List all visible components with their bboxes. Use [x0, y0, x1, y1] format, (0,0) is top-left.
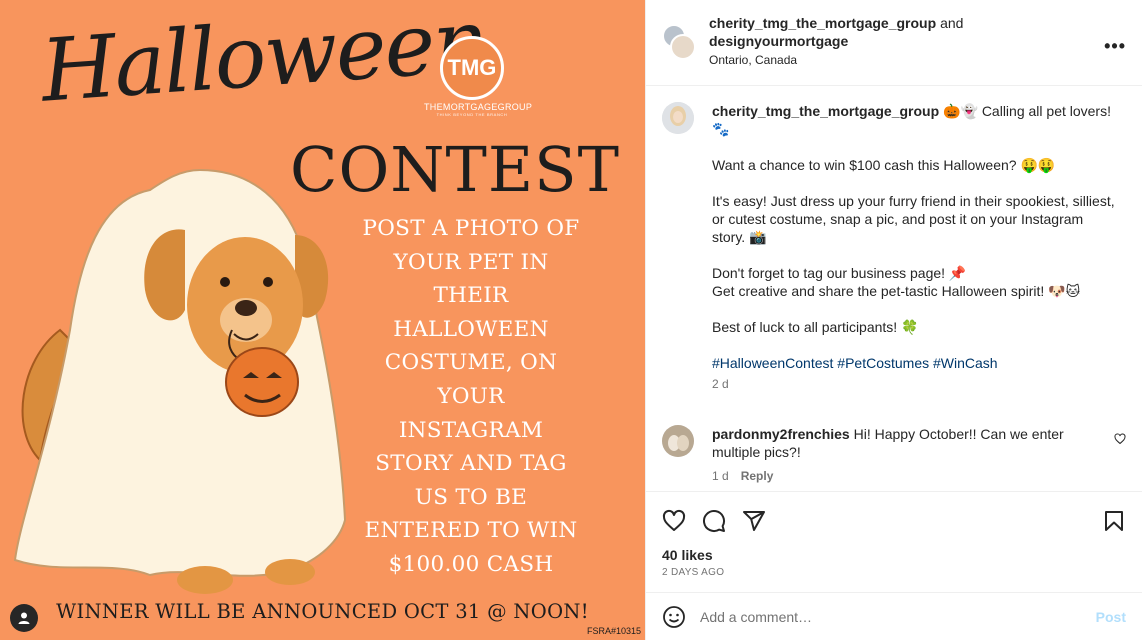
promo-line: $100.00 CASH	[388, 551, 554, 577]
logo-name: THEMORTGAGEGROUP	[424, 102, 533, 112]
fsra-number: FSRA#10315	[586, 626, 641, 636]
caption-line: Don't forget to tag our business page! 📌	[712, 265, 967, 281]
share-icon[interactable]	[742, 509, 766, 533]
avatar[interactable]	[662, 425, 694, 457]
heart-icon[interactable]	[662, 509, 686, 533]
like-comment-icon[interactable]	[1114, 433, 1126, 445]
caption-username[interactable]: cherity_tmg_the_mortgage_group	[712, 103, 939, 119]
logo-tagline: THINK BEYOND THE BRANCH	[436, 112, 508, 117]
winner-announcement: WINNER WILL BE ANNOUNCED OCT 31 @ NOON!	[56, 600, 589, 623]
bookmark-icon[interactable]	[1102, 509, 1126, 533]
promo-line: INSTAGRAM	[398, 417, 544, 443]
promo-line: COSTUME, ON	[384, 350, 558, 376]
promo-line: YOUR PET IN	[393, 249, 549, 275]
logo-initials: TMG	[440, 36, 504, 100]
user-icon	[18, 612, 30, 624]
promo-line: YOUR	[437, 383, 505, 409]
hashtags[interactable]: #HalloweenContest #PetCostumes #WinCash	[712, 354, 1116, 372]
more-options-icon[interactable]: •••	[1104, 36, 1126, 57]
avatar[interactable]	[662, 102, 694, 134]
instagram-post: Halloween CONTEST TMG THEMORTGAGEGROUP T…	[0, 0, 1142, 640]
emoji-icon[interactable]	[662, 605, 686, 629]
title-contest: CONTEST	[290, 133, 620, 206]
post-comment-button[interactable]: Post	[1096, 609, 1126, 625]
promo-line: US TO BE	[414, 484, 528, 510]
caption-line: Best of luck to all participants! 🍀	[712, 319, 919, 335]
promo-line: ENTERED TO WIN	[364, 518, 578, 544]
caption: cherity_tmg_the_mortgage_group 🎃👻 Callin…	[662, 102, 1126, 393]
author-username[interactable]: cherity_tmg_the_mortgage_group	[709, 15, 936, 31]
promo-line: POST A PHOTO OF	[362, 216, 580, 241]
collab-avatars[interactable]	[662, 24, 696, 60]
tagged-users-button[interactable]	[10, 604, 38, 632]
collaborator-username[interactable]: designyourmortgage	[709, 32, 963, 50]
reply-button[interactable]: Reply	[741, 469, 774, 483]
likes-count[interactable]: 40 likes	[662, 547, 1126, 563]
comments-section[interactable]: cherity_tmg_the_mortgage_group 🎃👻 Callin…	[646, 86, 1142, 491]
comment: pardonmy2frenchies Hi! Happy October!! C…	[662, 425, 1126, 485]
promo-line: THEIR	[433, 283, 509, 309]
post-date[interactable]: 2 DAYS AGO	[662, 567, 1126, 578]
post-actions: 40 likes 2 DAYS AGO	[646, 491, 1142, 592]
caption-line: It's easy! Just dress up your furry frie…	[712, 193, 1115, 245]
profile-photo	[662, 425, 694, 457]
and-text: and	[940, 15, 964, 31]
caption-line: Get creative and share the pet-tastic Ha…	[712, 283, 1081, 299]
post-header: cherity_tmg_the_mortgage_group and desig…	[646, 0, 1142, 86]
promo-text: POST A PHOTO OF YOUR PET IN THEIR HALLOW…	[340, 212, 602, 582]
profile-photo	[662, 102, 694, 134]
post-image[interactable]: Halloween CONTEST TMG THEMORTGAGEGROUP T…	[0, 0, 645, 640]
comment-icon[interactable]	[702, 509, 726, 533]
comment-input[interactable]	[700, 608, 1096, 625]
add-comment-bar: Post	[646, 592, 1142, 640]
promo-line: HALLOWEEN	[393, 316, 549, 342]
post-side-panel: cherity_tmg_the_mortgage_group and desig…	[645, 0, 1142, 640]
location-link[interactable]: Ontario, Canada	[709, 51, 963, 69]
caption-line: Want a chance to win $100 cash this Hall…	[712, 157, 1056, 173]
promo-line: STORY AND TAG	[375, 451, 567, 477]
caption-time[interactable]: 2 d	[712, 375, 1116, 393]
tmg-logo: TMG THEMORTGAGEGROUP THINK BEYOND THE BR…	[424, 36, 533, 117]
comment-time[interactable]: 1 d	[712, 469, 729, 483]
comment-username[interactable]: pardonmy2frenchies	[712, 426, 850, 442]
avatar[interactable]	[670, 34, 696, 60]
